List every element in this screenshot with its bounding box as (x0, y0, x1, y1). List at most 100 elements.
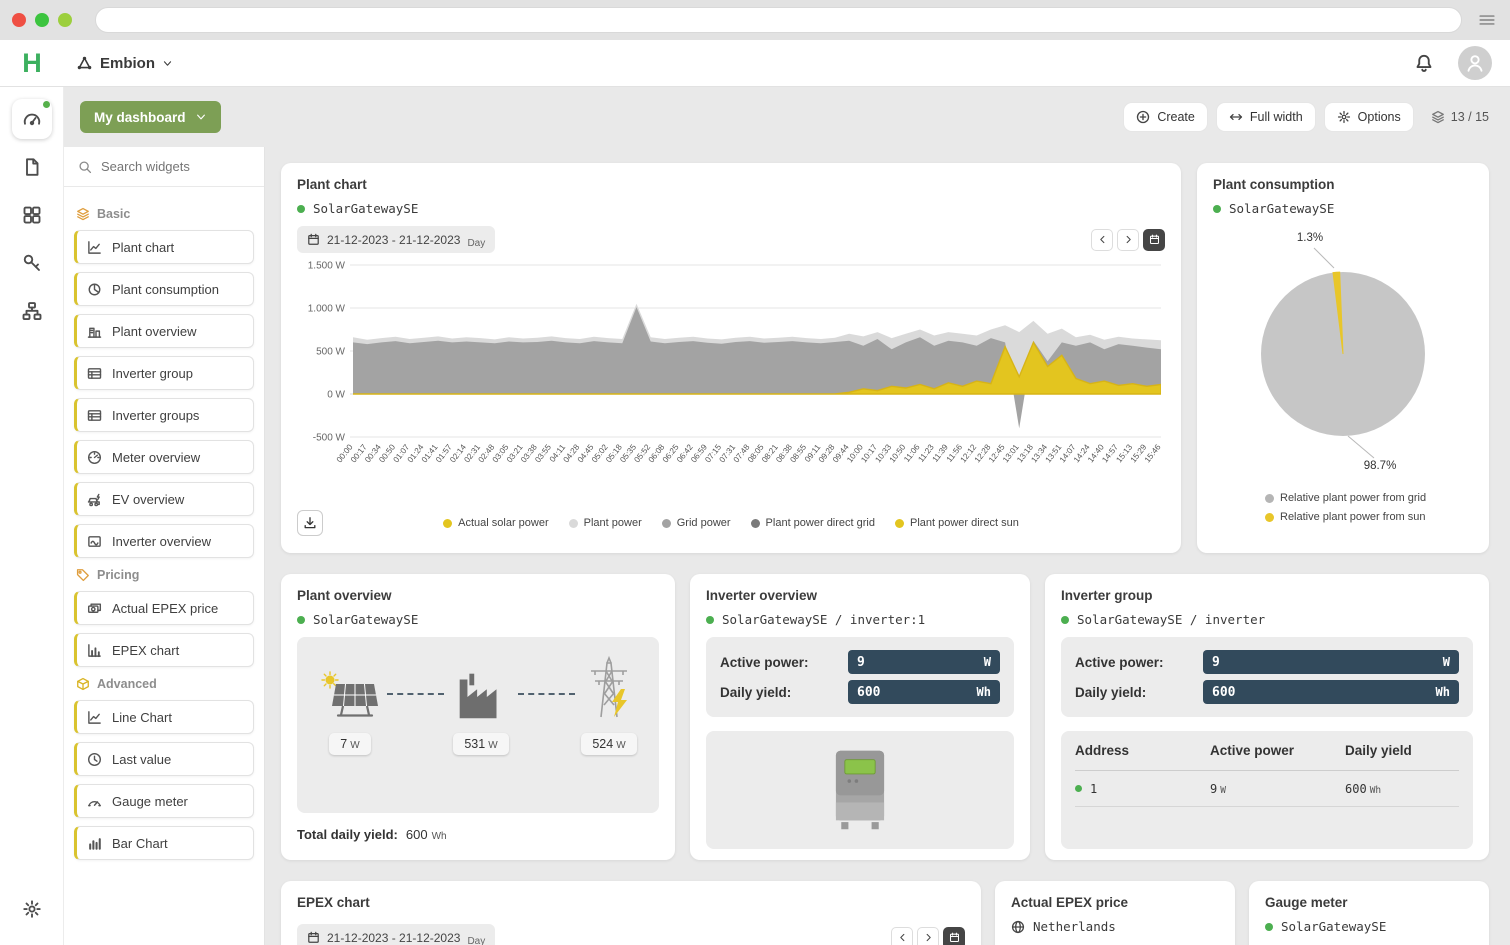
rail-item-hierarchy[interactable] (12, 291, 52, 331)
url-bar[interactable] (95, 7, 1462, 33)
clock-icon (87, 752, 102, 767)
table-icon (87, 408, 102, 423)
widget-item-plant-chart[interactable]: Plant chart (74, 230, 254, 264)
widget-count: 13 / 15 (1431, 110, 1489, 124)
pie-chart[interactable] (1213, 222, 1473, 480)
widget-item-label: Plant overview (112, 324, 197, 339)
widget-item-plant-consumption[interactable]: Plant consumption (74, 272, 254, 306)
page-toolbar: My dashboard Create Full width Options (64, 87, 1510, 147)
window-maximize-button[interactable] (58, 13, 72, 27)
cell-active-power-unit: W (1220, 785, 1226, 796)
window-minimize-button[interactable] (35, 13, 49, 27)
total-daily-yield-unit: Wh (432, 831, 447, 842)
rail-item-settings[interactable] (12, 889, 52, 929)
sidebar-section-pricing[interactable]: Pricing (76, 568, 252, 582)
active-power-badge: 9 W (848, 650, 1000, 674)
bar-chart-icon (87, 836, 102, 851)
table-header-daily-yield: Daily yield (1345, 743, 1459, 758)
next-period-button[interactable] (917, 927, 939, 945)
chevron-right-icon (923, 932, 934, 943)
solar-power-unit: W (350, 740, 359, 751)
widget-item-epex-chart[interactable]: EPEX chart (74, 633, 254, 667)
widget-item-last-value[interactable]: Last value (74, 742, 254, 776)
widget-item-gauge-meter[interactable]: Gauge meter (74, 784, 254, 818)
widget-item-inverter-overview[interactable]: Inverter overview (74, 524, 254, 558)
prev-period-button[interactable] (1091, 229, 1113, 251)
window-close-button[interactable] (12, 13, 26, 27)
sidebar-section-basic[interactable]: Basic (76, 207, 252, 221)
menu-icon[interactable] (1478, 11, 1496, 29)
date-range-picker[interactable]: 21-12-2023 - 21-12-2023 Day (297, 226, 495, 253)
plant-chart-plot[interactable]: 1.500 W1.000 W500 W0 W-500 W00:0000:1700… (297, 255, 1165, 495)
status-dot (1213, 205, 1221, 213)
daily-yield-badge: 600 Wh (1203, 680, 1459, 704)
grid-power-chip: 524W (581, 733, 636, 755)
bar-chart-icon (87, 643, 102, 658)
chevron-left-icon (897, 932, 908, 943)
widget-item-actual-epex-price[interactable]: Actual EPEX price (74, 591, 254, 625)
building-icon (87, 324, 102, 339)
inverter-overview-card: Inverter overview SolarGatewaySE / inver… (690, 574, 1030, 860)
widget-item-label: Plant chart (112, 240, 174, 255)
widget-item-label: EV overview (112, 492, 184, 507)
card-title: Plant consumption (1213, 177, 1473, 192)
search-input[interactable] (101, 159, 241, 174)
options-button[interactable]: Options (1325, 103, 1413, 131)
app-logo[interactable]: H (0, 48, 64, 79)
table-header-address: Address (1075, 743, 1210, 758)
sitemap-icon (22, 301, 42, 321)
widget-item-meter-overview[interactable]: Meter overview (74, 440, 254, 474)
daily-yield-label: Daily yield: (720, 685, 838, 700)
status-dot (1075, 785, 1082, 792)
calendar-button[interactable] (1143, 229, 1165, 251)
download-button[interactable] (297, 510, 323, 536)
avatar[interactable] (1458, 46, 1492, 80)
dashboard-selector-button[interactable]: My dashboard (80, 101, 221, 133)
table-row[interactable]: 1 9W 600Wh (1075, 771, 1459, 807)
search-icon (78, 160, 92, 174)
daily-yield-unit: Wh (1436, 685, 1450, 699)
chevron-left-icon (1097, 234, 1108, 245)
widget-item-bar-chart[interactable]: Bar Chart (74, 826, 254, 860)
rail-item-dashboard[interactable] (12, 99, 52, 139)
region-name: Netherlands (1033, 919, 1116, 934)
widget-item-plant-overview[interactable]: Plant overview (74, 314, 254, 348)
device-row: SolarGatewaySE (297, 612, 659, 627)
grid-power-value: 524 (592, 737, 613, 751)
widget-item-inverter-groups[interactable]: Inverter groups (74, 398, 254, 432)
prev-period-button[interactable] (891, 927, 913, 945)
layers-icon (1431, 110, 1445, 124)
widget-item-ev-overview[interactable]: EV overview (74, 482, 254, 516)
date-range-picker[interactable]: 21-12-2023 - 21-12-2023 Day (297, 924, 495, 945)
calendar-icon (307, 931, 320, 944)
daily-yield-badge: 600 Wh (848, 680, 1000, 704)
rail-item-access[interactable] (12, 243, 52, 283)
widget-item-inverter-group[interactable]: Inverter group (74, 356, 254, 390)
inverter-table: Address Active power Daily yield 1 (1061, 731, 1473, 849)
device-row: SolarGatewaySE (1265, 919, 1473, 934)
status-dot (297, 616, 305, 624)
create-button[interactable]: Create (1124, 103, 1207, 131)
svg-text:0 W: 0 W (327, 390, 345, 401)
full-width-button[interactable]: Full width (1217, 103, 1315, 131)
rail-item-apps[interactable] (12, 195, 52, 235)
inverter-values-panel: Active power: 9 W Daily yield: 600 (706, 637, 1014, 717)
org-switcher[interactable]: Embion (76, 55, 173, 72)
widget-item-label: Line Chart (112, 710, 172, 725)
pie-chart-icon (87, 282, 102, 297)
calendar-button[interactable] (943, 927, 965, 945)
consumption-pie[interactable]: 1.3% 98.7% (1213, 222, 1473, 480)
rail-item-documents[interactable] (12, 147, 52, 187)
next-period-button[interactable] (1117, 229, 1139, 251)
device-row: SolarGatewaySE (1213, 201, 1473, 216)
grid-icon (22, 205, 42, 225)
inverter-group-card: Inverter group SolarGatewaySE / inverter… (1045, 574, 1489, 860)
bell-icon[interactable] (1414, 53, 1434, 73)
widget-item-line-chart[interactable]: Line Chart (74, 700, 254, 734)
sidebar-section-advanced[interactable]: Advanced (76, 677, 252, 691)
device-row: SolarGatewaySE / inverter (1061, 612, 1473, 627)
total-daily-yield-label: Total daily yield: (297, 827, 398, 842)
nav-rail (0, 87, 64, 945)
hub-icon (76, 55, 93, 72)
widget-item-label: Last value (112, 752, 171, 767)
